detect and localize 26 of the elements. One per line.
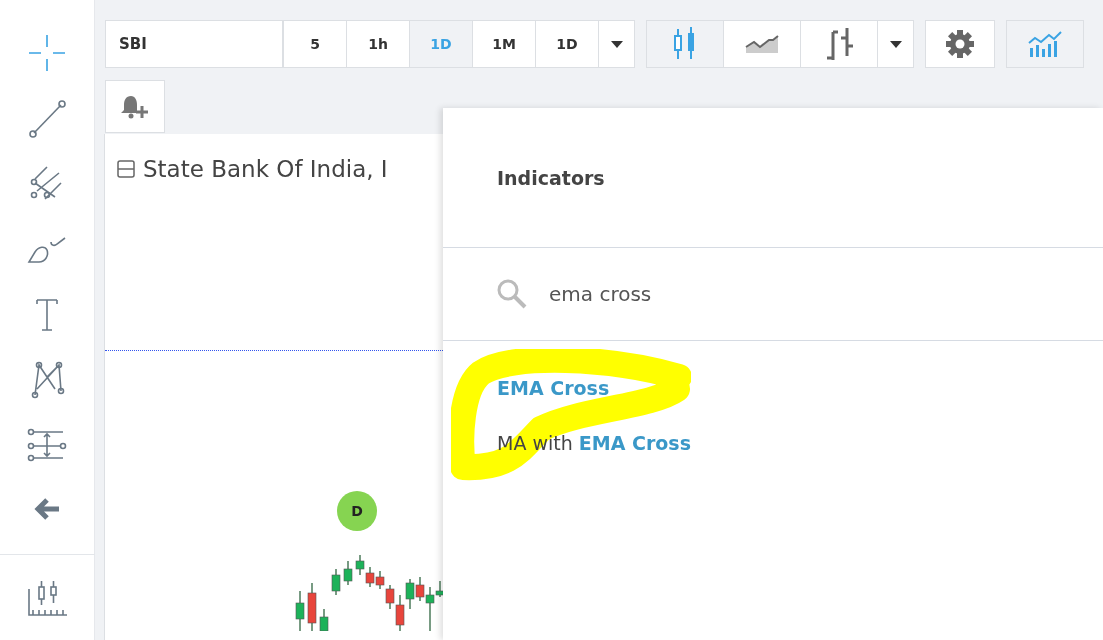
candle [385, 584, 395, 610]
candle [355, 554, 365, 576]
search-icon [495, 277, 529, 311]
chart-title: State Bank Of India, I [143, 156, 388, 182]
event-badge: D [337, 491, 377, 531]
chart-type-button[interactable] [647, 21, 724, 67]
candle [295, 590, 305, 631]
caret-icon [610, 40, 623, 48]
symbol-field[interactable]: SBI [105, 20, 283, 68]
candle [395, 594, 405, 631]
candle [343, 560, 353, 586]
candle [405, 578, 415, 610]
settings-icon [944, 28, 976, 60]
collapse-icon[interactable] [117, 160, 135, 178]
bell-plus-icon [121, 93, 149, 120]
indicators-icon [1028, 30, 1062, 58]
candle [331, 568, 341, 596]
area-chart-icon [745, 33, 779, 55]
candle [307, 582, 317, 631]
caret-icon [889, 40, 902, 48]
dialog-title: Indicators [497, 166, 605, 189]
candle [319, 608, 329, 631]
add-alert-button[interactable] [105, 80, 165, 133]
candle [365, 566, 375, 588]
candle [375, 570, 385, 590]
indicators-button[interactable] [1007, 21, 1083, 67]
